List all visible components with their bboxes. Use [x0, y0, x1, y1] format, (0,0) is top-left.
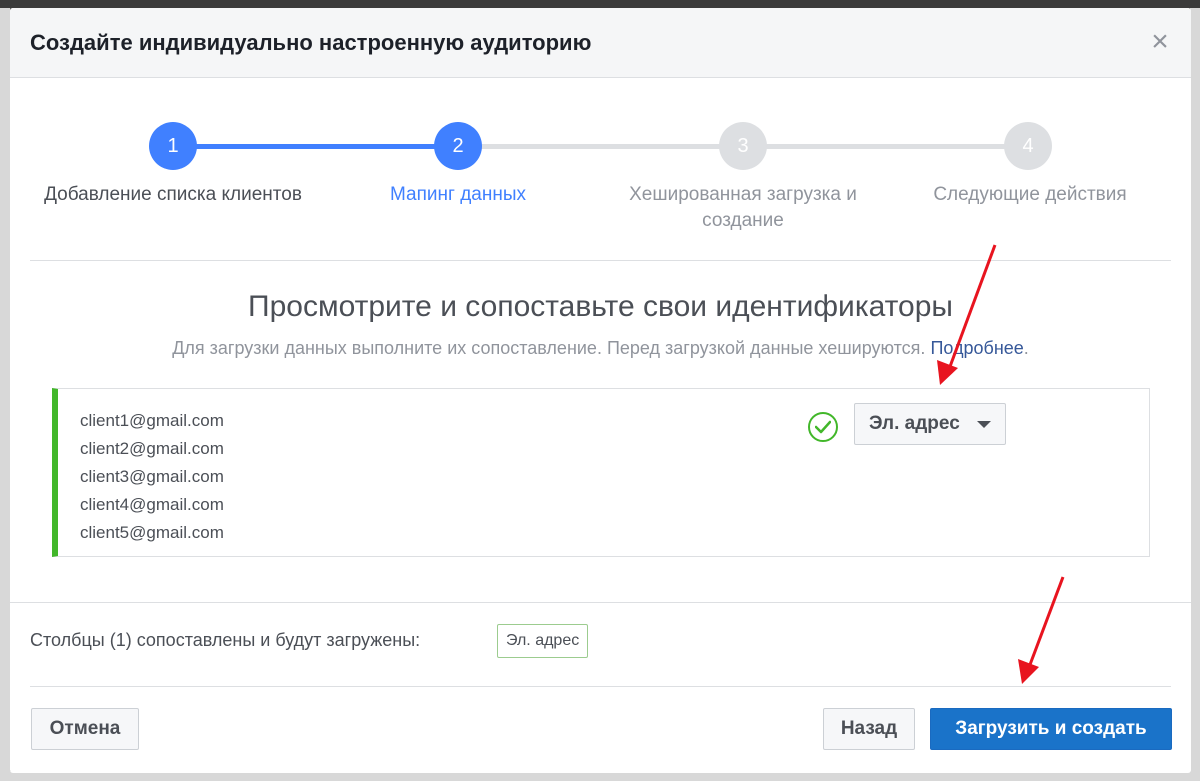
back-button[interactable]: Назад [823, 708, 915, 750]
chevron-down-icon [977, 421, 991, 428]
step-2-label: Мапинг данных [389, 184, 526, 205]
column-mapping-row: client1@gmail.com client2@gmail.com clie… [52, 388, 1150, 557]
mapping-subtitle: Для загрузки данных выполните их сопоста… [10, 338, 1191, 359]
background-top [0, 0, 1200, 8]
field-type-value: Эл. адрес [869, 413, 960, 434]
cancel-button[interactable]: Отмена [31, 708, 139, 750]
learn-more-link[interactable]: Подробнее [930, 338, 1023, 358]
step-2-circle: 2 [434, 122, 482, 170]
mapping-subtitle-text: Для загрузки данных выполните их сопоста… [172, 338, 926, 358]
step-3-label-line1: Хешированная загрузка и [629, 184, 857, 205]
background-left [0, 8, 10, 781]
close-icon[interactable]: × [1145, 27, 1175, 58]
divider [30, 260, 1171, 261]
mapping-title: Просмотрите и сопоставьте свои идентифик… [248, 290, 953, 323]
step-3-label-line2: создание [702, 210, 784, 231]
list-item: client2@gmail.com [80, 439, 224, 458]
step-1-label: Добавление списка клиентов [44, 184, 302, 205]
dialog-title: Создайте индивидуально настроенную аудит… [30, 30, 592, 55]
background-right [1190, 8, 1200, 781]
step-connector-completed [173, 144, 459, 149]
subtitle-period: . [1023, 338, 1029, 358]
divider [10, 602, 1191, 603]
step-4-circle: 4 [1004, 122, 1052, 170]
step-3-label: Хешированная загрузка и создание [600, 182, 886, 234]
list-item: client1@gmail.com [80, 411, 224, 430]
step-3-circle: 3 [719, 122, 767, 170]
field-type-dropdown[interactable]: Эл. адрес [854, 403, 1006, 445]
step-1-circle: 1 [149, 122, 197, 170]
check-circle-icon [808, 412, 838, 442]
dialog-header: Создайте индивидуально настроенную аудит… [10, 8, 1191, 78]
progress-stepper: 1 2 3 4 Добавление списка клиентов Мапин… [10, 120, 1191, 250]
mapped-column-badge: Эл. адрес [497, 624, 589, 658]
step-4-label: Следующие действия [933, 184, 1127, 205]
list-item: client3@gmail.com [80, 467, 224, 486]
divider [30, 686, 1171, 687]
step-connector-upcoming [459, 144, 745, 149]
mapped-columns-text: Столбцы (1) сопоставлены и будут загруже… [30, 630, 421, 650]
email-preview-list: client1@gmail.com client2@gmail.com clie… [80, 407, 224, 547]
list-item: client5@gmail.com [80, 523, 224, 542]
upload-and-create-button[interactable]: Загрузить и создать [930, 708, 1172, 750]
list-item: client4@gmail.com [80, 495, 224, 514]
step-connector-upcoming [745, 144, 1031, 149]
create-audience-dialog: Создайте индивидуально настроенную аудит… [10, 8, 1191, 773]
